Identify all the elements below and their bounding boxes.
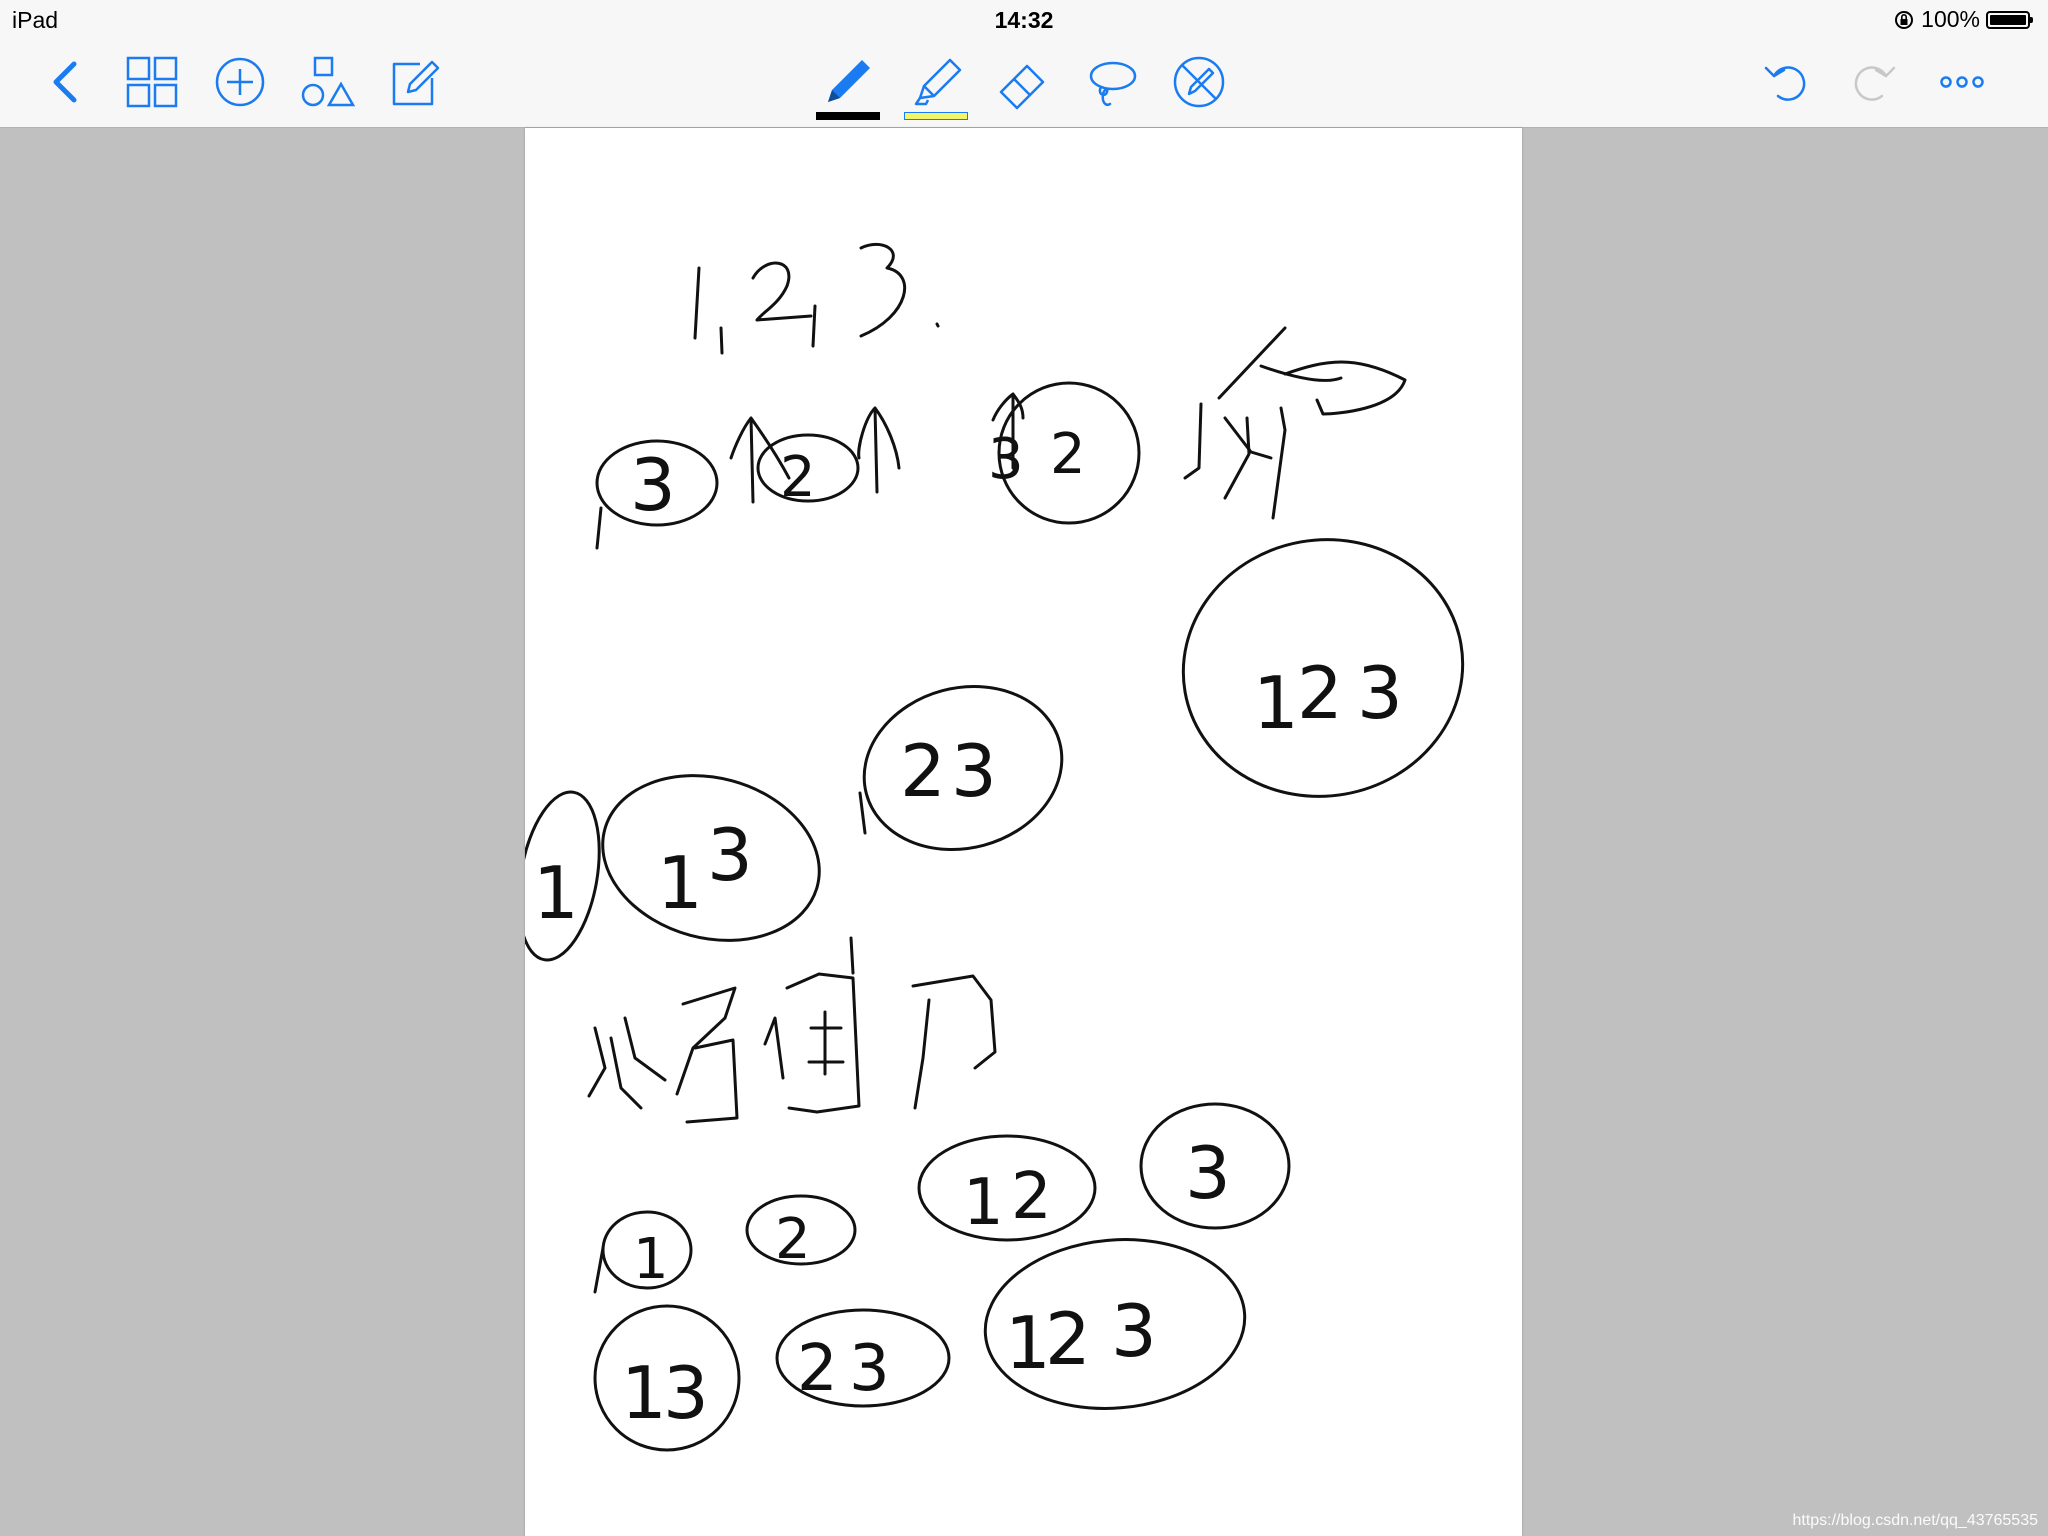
svg-text:3: 3	[663, 1351, 709, 1435]
more-icon[interactable]	[1932, 52, 1992, 112]
ink-chinese-scribble-bottom	[587, 936, 997, 1124]
svg-text:2: 2	[780, 445, 816, 510]
ink-circle-1: 1	[525, 790, 601, 962]
svg-text:3: 3	[988, 427, 1024, 492]
ink-circle-3-b: 3	[1139, 1102, 1291, 1230]
disable-pen-icon[interactable]	[1169, 52, 1229, 112]
ink-circle-13: 1 3	[601, 774, 821, 942]
ink-circle-123-b: 1 2 3	[983, 1238, 1247, 1410]
ink-circle-23-b: 2 3	[775, 1308, 951, 1408]
svg-text:2: 2	[1011, 1160, 1052, 1234]
note-page[interactable]: 3 2 3 2 1 2 3 1 1 3 2 3 1 2 1 2 3 1 3 2 …	[525, 128, 1522, 1536]
svg-text:2: 2	[1045, 1297, 1091, 1381]
watermark: https://blog.csdn.net/qq_43765535	[1792, 1512, 2038, 1529]
ink-chinese-scribble-top	[1183, 326, 1407, 520]
svg-text:1: 1	[621, 1351, 667, 1435]
ink-circle-23: 2 3	[858, 685, 1064, 851]
undo-icon[interactable]	[1756, 52, 1816, 112]
svg-text:2: 2	[1050, 422, 1086, 487]
highlighter-color-underline	[904, 112, 968, 120]
svg-text:1: 1	[963, 1166, 1004, 1240]
svg-text:1: 1	[533, 851, 579, 935]
ink-circle-32: 3 2	[988, 381, 1141, 525]
clock: 14:32	[994, 7, 1054, 33]
back-chevron-icon[interactable]	[36, 52, 96, 112]
svg-text:1: 1	[1253, 661, 1299, 745]
status-right: 100%	[1893, 6, 2033, 33]
ink-text-123-top	[693, 242, 940, 355]
svg-text:3: 3	[1357, 651, 1403, 735]
compose-icon[interactable]	[384, 52, 444, 112]
highlighter-icon[interactable]	[906, 52, 966, 112]
status-bar: iPad 14:32 100%	[0, 0, 2048, 40]
svg-text:3: 3	[707, 813, 753, 897]
ink-circle-12: 1 2	[917, 1134, 1097, 1242]
svg-text:3: 3	[1111, 1289, 1157, 1373]
lasso-icon[interactable]	[1081, 52, 1141, 112]
pen-color-underline	[816, 112, 880, 120]
redo-icon[interactable]	[1844, 52, 1904, 112]
rotation-lock-icon	[1895, 10, 1914, 29]
ink-circle-1-b: 1	[593, 1210, 693, 1294]
grid-view-icon[interactable]	[122, 52, 182, 112]
svg-text:3: 3	[951, 729, 997, 813]
shapes-icon[interactable]	[297, 52, 357, 112]
svg-text:2: 2	[900, 729, 946, 813]
battery-percent: 100%	[1921, 6, 1980, 32]
svg-text:3: 3	[630, 443, 676, 527]
ink-circle-123: 1 2 3	[1181, 538, 1465, 798]
svg-text:2: 2	[1297, 651, 1343, 735]
ink-circle-2-b: 2	[745, 1194, 857, 1272]
svg-text:3: 3	[849, 1332, 890, 1406]
svg-text:1: 1	[633, 1227, 669, 1292]
add-circle-icon[interactable]	[210, 52, 270, 112]
handwriting-layer: 3 2 3 2 1 2 3 1 1 3 2 3 1 2 1 2 3 1 3 2 …	[525, 242, 1465, 1452]
ink-circle-13-b: 1 3	[593, 1304, 741, 1452]
ink-circle-2: 2	[756, 433, 860, 510]
ink-arrows	[729, 392, 1025, 504]
pen-icon[interactable]	[818, 52, 878, 112]
svg-text:2: 2	[775, 1207, 811, 1272]
battery-icon	[1986, 10, 2033, 29]
toolbar	[0, 40, 2048, 128]
svg-text:3: 3	[1185, 1131, 1231, 1215]
svg-text:1: 1	[1005, 1301, 1051, 1385]
ink-circle-3: 3	[595, 439, 719, 550]
eraser-icon[interactable]	[993, 52, 1053, 112]
svg-text:1: 1	[657, 841, 703, 925]
svg-text:2: 2	[797, 1332, 838, 1406]
